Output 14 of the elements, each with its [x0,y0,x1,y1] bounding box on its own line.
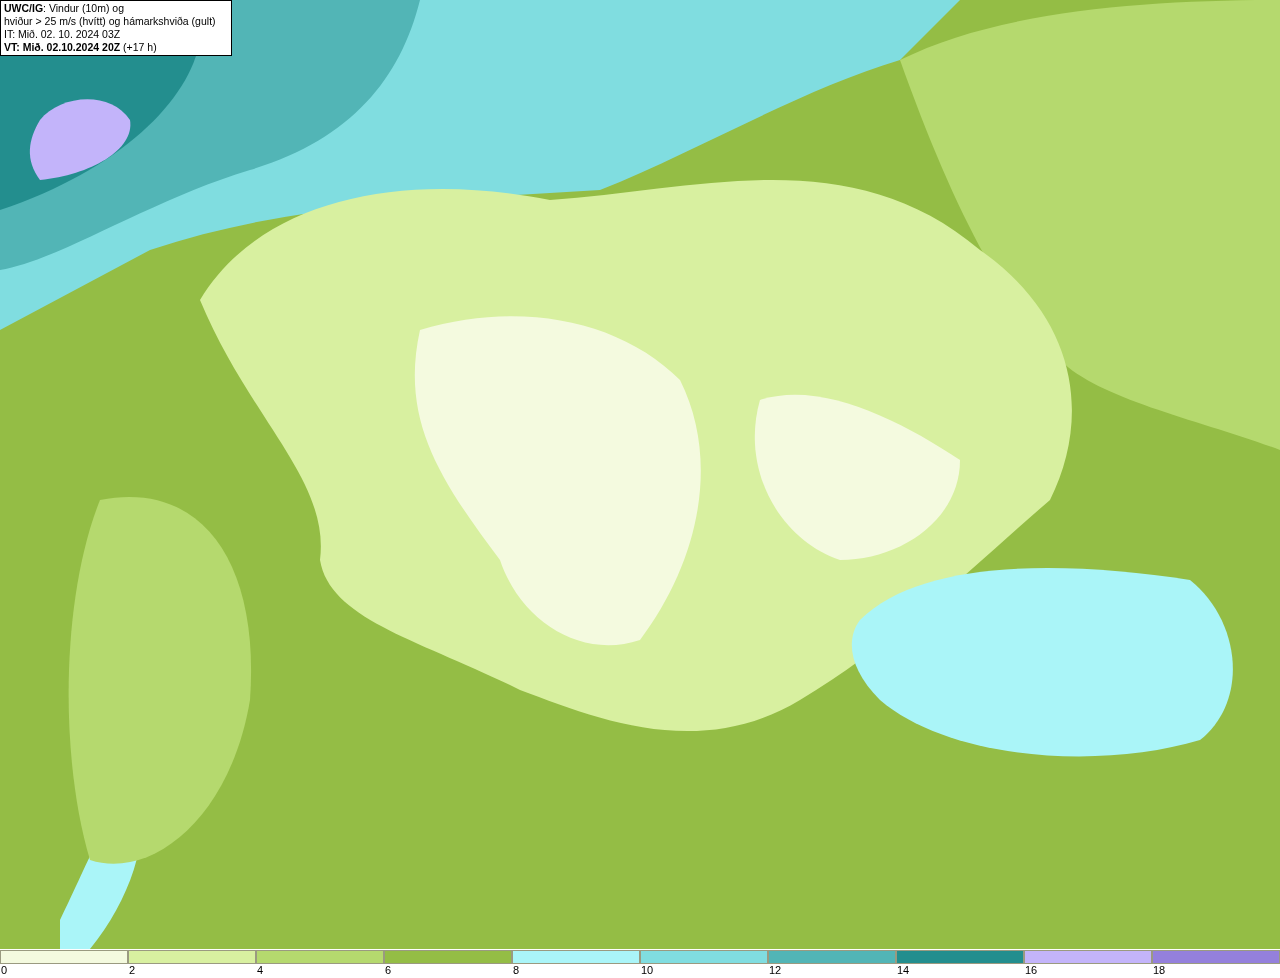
legend-label: 8 [512,964,520,976]
info-text: VT: Mið. 02.10.2024 20Z (+17 h) [4,41,158,54]
legend-label: 0 [0,964,8,976]
info-text: IT: Mið. 02. 10. 2024 03Z [4,28,122,41]
info-text: hviður > 25 m/s (hvítt) og hámarkshviða (gult) [4,15,217,28]
legend-label: 16 [1024,964,1038,976]
legend-label: 12 [768,964,782,976]
legend-label: 10 [640,964,654,976]
legend-label: 2 [128,964,136,976]
legend-label: 6 [384,964,392,976]
legend-label: 14 [896,964,910,976]
legend-label: 18 [1152,964,1166,976]
info-text: UWC/IG: Vindur (10m) og [4,2,125,15]
legend-label: 4 [256,964,264,976]
